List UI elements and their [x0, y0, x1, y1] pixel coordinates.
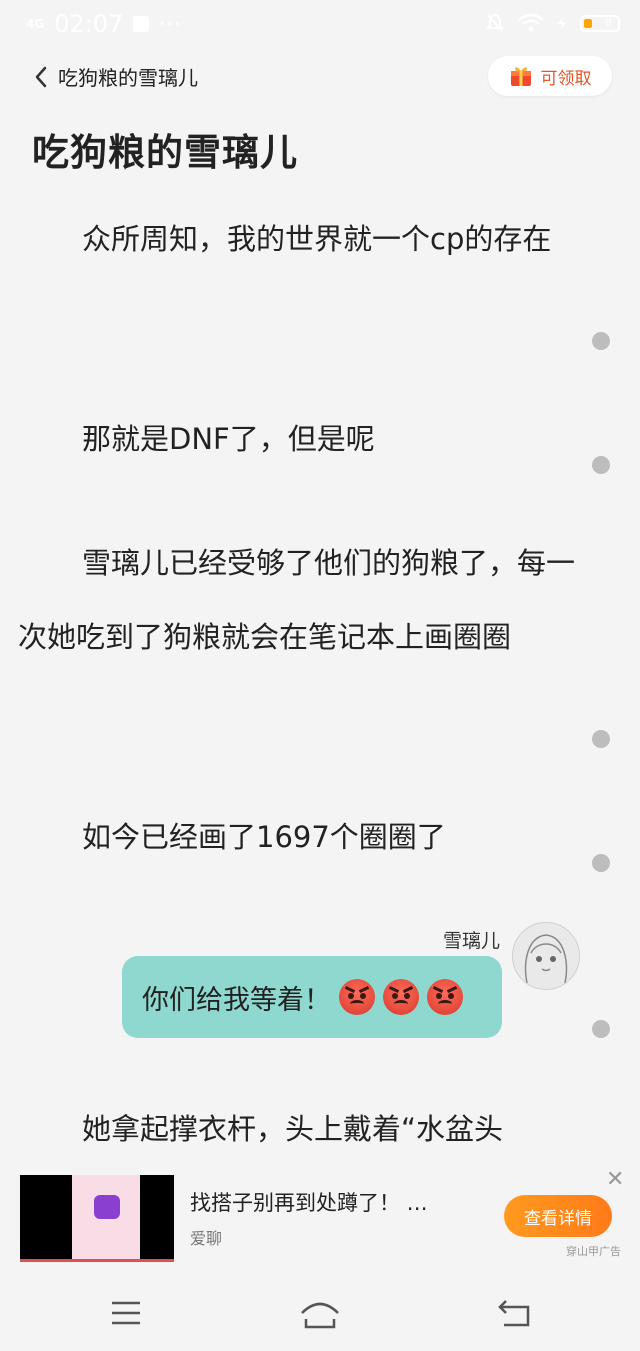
paragraph-comment-dot[interactable] [592, 854, 610, 872]
back-title: 吃狗粮的雪璃儿 [58, 66, 198, 90]
more-notifications: ··· [159, 12, 182, 36]
ad-label: 穿山甲广告 [566, 1245, 621, 1258]
close-icon[interactable]: ✕ [606, 1167, 624, 1192]
header: 吃狗粮的雪璃儿 可领取 [0, 52, 640, 102]
battery-percent: 8 [605, 15, 612, 29]
avatar[interactable] [512, 922, 580, 990]
battery-indicator: 8 [580, 14, 620, 32]
speaker-name: 雪璃儿 [442, 930, 500, 952]
angry-face-icon [427, 979, 463, 1015]
paragraph-2: 那就是DNF了，但是呢 [82, 422, 375, 456]
network-indicator: 4G [26, 16, 45, 31]
ad-banner[interactable]: 找搭子别再到处蹲了！ … 爱聊 查看详情 ✕ 穿山甲广告 [0, 1165, 640, 1265]
paragraph-comment-dot[interactable] [592, 332, 610, 350]
paragraph-3: 雪璃儿已经受够了他们的狗粮了，每一次她吃到了狗粮就会在笔记本上画圈圈 [18, 546, 576, 654]
home-icon[interactable] [298, 1293, 342, 1333]
message-text: 你们给我等着！ [142, 984, 331, 1016]
message-notification-icon [133, 16, 150, 32]
message-bubble: 你们给我等着！ [122, 956, 502, 1038]
page-title: 吃狗粮的雪璃儿 [32, 131, 298, 174]
claim-button[interactable]: 可领取 [488, 56, 612, 96]
chevron-left-icon [35, 66, 47, 87]
angry-face-icon [339, 979, 375, 1015]
mute-icon [486, 13, 504, 32]
paragraph-comment-dot[interactable] [592, 456, 610, 474]
cat-logo-icon [94, 1195, 120, 1219]
angry-face-icon [383, 979, 419, 1015]
battery-level [584, 18, 592, 28]
character-avatar-icon [524, 934, 568, 984]
charging-icon [558, 16, 566, 30]
wifi-icon [518, 13, 544, 32]
back-button[interactable]: 吃狗粮的雪璃儿 [32, 62, 198, 91]
system-nav-bar [0, 1275, 640, 1351]
ad-source: 爱聊 [190, 1229, 223, 1248]
paragraph-comment-dot[interactable] [592, 730, 610, 748]
paragraph-5: 她拿起撑衣杆，头上戴着“水盆头 [82, 1112, 504, 1146]
back-icon[interactable] [496, 1293, 536, 1333]
status-bar: 4G 02:07 ··· 8 [0, 0, 640, 50]
ad-thumbnail-image [72, 1175, 140, 1259]
claim-label: 可领取 [540, 68, 592, 89]
ad-thumbnail[interactable] [20, 1175, 174, 1262]
paragraph-4: 如今已经画了1697个圈圈了 [82, 820, 446, 854]
chat-message: 雪璃儿 你们给我等着！ [0, 920, 640, 1040]
paragraph-1: 众所周知，我的世界就一个cp的存在 [82, 222, 552, 256]
menu-icon[interactable] [106, 1293, 146, 1333]
status-time: 02:07 [54, 10, 124, 38]
gift-icon [510, 67, 531, 86]
view-details-button[interactable]: 查看详情 [504, 1195, 612, 1237]
ad-title[interactable]: 找搭子别再到处蹲了！ … [190, 1187, 428, 1217]
